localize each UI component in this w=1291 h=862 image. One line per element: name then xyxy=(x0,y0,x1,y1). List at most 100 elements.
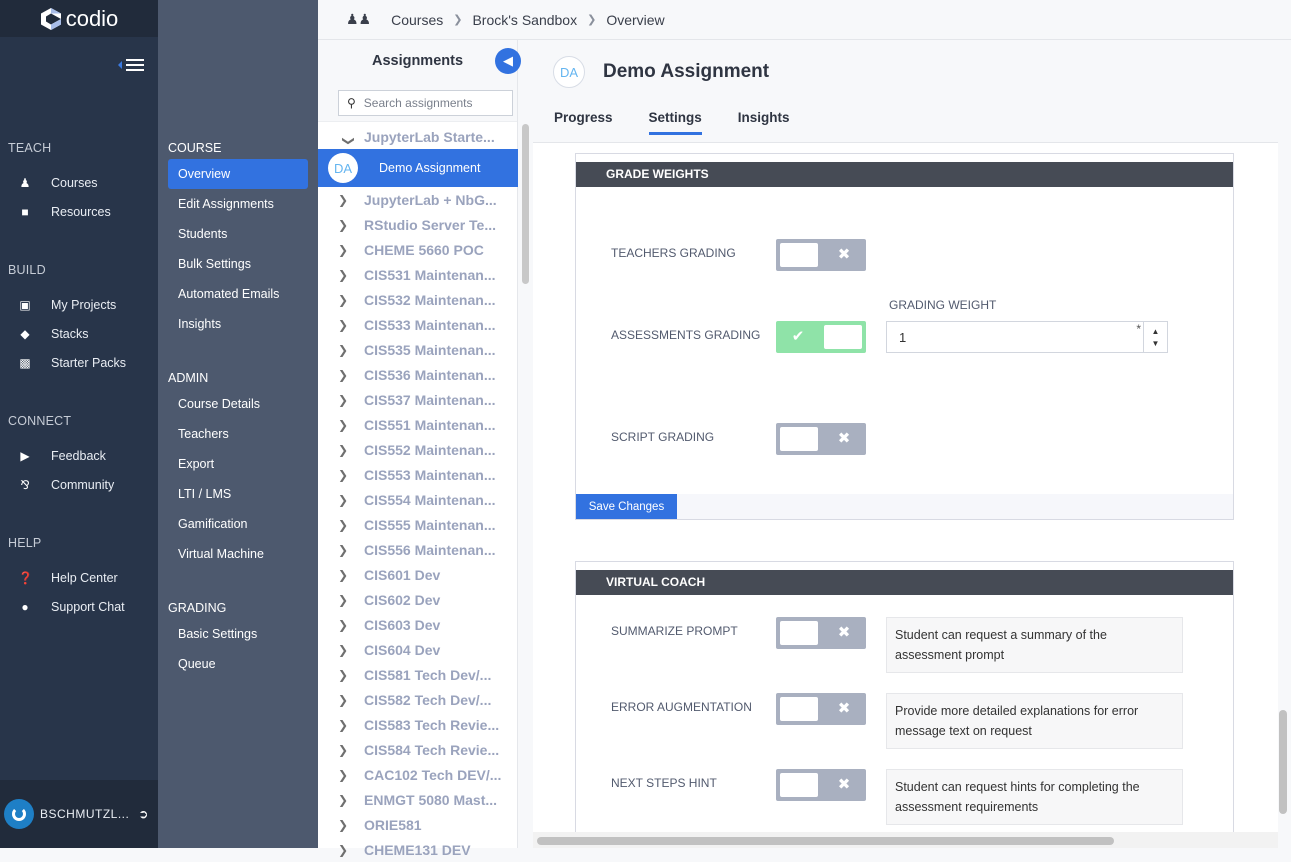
assessments-grading-toggle[interactable]: ✔ xyxy=(776,321,866,353)
module-item[interactable]: ❯ CIS552 Maintenan... xyxy=(318,437,518,462)
breadcrumb-courses[interactable]: Courses xyxy=(391,12,443,28)
module-item[interactable]: ❯ CIS555 Maintenan... xyxy=(318,512,518,537)
assignment-avatar: DA xyxy=(553,56,585,88)
nav-item-starter-packs[interactable]: ▩ Starter Packs xyxy=(18,356,126,370)
tab-progress[interactable]: Progress xyxy=(554,110,613,135)
course-nav-bulk-settings[interactable]: Bulk Settings xyxy=(168,249,308,279)
breadcrumb-course[interactable]: Brock's Sandbox xyxy=(472,12,577,28)
course-nav-automated-emails[interactable]: Automated Emails xyxy=(168,279,308,309)
module-item[interactable]: ❯ CIS581 Tech Dev/... xyxy=(318,662,518,687)
module-item[interactable]: ❯ CIS603 Dev xyxy=(318,612,518,637)
chevron-right-icon: ❯ xyxy=(338,492,349,507)
module-item[interactable]: ❯ JupyterLab + NbG... xyxy=(318,187,518,212)
search-assignments-input[interactable] xyxy=(363,96,504,110)
logout-icon[interactable]: ➲ xyxy=(138,807,148,821)
course-nav-students[interactable]: Students xyxy=(168,219,308,249)
module-item[interactable]: ❯ CIS584 Tech Revie... xyxy=(318,737,518,762)
teachers-grading-toggle[interactable]: ✖ xyxy=(776,239,866,271)
module-item[interactable]: ❯ CIS583 Tech Revie... xyxy=(318,712,518,737)
chevron-right-icon: ❯ xyxy=(338,592,349,607)
collapse-menu-button[interactable] xyxy=(118,57,146,73)
course-nav-teachers[interactable]: Teachers xyxy=(168,419,308,449)
script-grading-toggle[interactable]: ✖ xyxy=(776,423,866,455)
grading-weight-stepper[interactable]: ▲ ▼ xyxy=(1143,322,1167,352)
back-arrow-button[interactable]: ◀ xyxy=(495,48,521,74)
course-nav-insights[interactable]: Insights xyxy=(168,309,308,339)
course-nav-course-details[interactable]: Course Details xyxy=(168,389,308,419)
tab-insights[interactable]: Insights xyxy=(738,110,790,135)
module-item[interactable]: ❯ CIS604 Dev xyxy=(318,637,518,662)
arrow-down-icon[interactable]: ▼ xyxy=(1152,339,1160,348)
course-nav-lti-lms[interactable]: LTI / LMS xyxy=(168,479,308,509)
user-profile[interactable]: BSCHMUTZL... ➲ xyxy=(0,780,158,848)
course-nav-basic-settings[interactable]: Basic Settings xyxy=(168,619,308,649)
module-item[interactable]: ❯ CIS556 Maintenan... xyxy=(318,537,518,562)
module-item[interactable]: ❯ ENMGT 5080 Mast... xyxy=(318,787,518,812)
module-label: CIS531 Maintenan... xyxy=(364,266,496,283)
module-item[interactable]: ❯ CIS532 Maintenan... xyxy=(318,287,518,312)
save-changes-button[interactable]: Save Changes xyxy=(576,494,677,519)
course-nav-export[interactable]: Export xyxy=(168,449,308,479)
assignment-selected[interactable]: DA Demo Assignment xyxy=(318,149,518,187)
nav-item-community[interactable]: ⅋ Community xyxy=(18,478,114,492)
module-item[interactable]: ❯ CIS554 Maintenan... xyxy=(318,487,518,512)
nav-item-help-center[interactable]: ❓ Help Center xyxy=(18,571,118,585)
module-expanded[interactable]: ❮ JupyterLab Starte... xyxy=(318,124,518,149)
module-item[interactable]: ❯ CIS582 Tech Dev/... xyxy=(318,687,518,712)
nav-item-courses[interactable]: ♟ Courses xyxy=(18,176,98,190)
module-item[interactable]: ❯ CIS533 Maintenan... xyxy=(318,312,518,337)
primary-sidebar: codio TEACH ♟ Courses ■ Resources BUILD ▣ M… xyxy=(0,0,158,848)
nav-item-feedback[interactable]: ▶ Feedback xyxy=(18,449,106,463)
module-label: CIS582 Tech Dev/... xyxy=(364,691,492,708)
grading-weight-label: GRADING WEIGHT xyxy=(889,298,997,312)
hamburger-bar xyxy=(126,69,144,71)
assignments-scrollbar[interactable] xyxy=(522,124,529,284)
nav-section-teach: TEACH xyxy=(8,141,52,155)
course-nav-overview[interactable]: Overview xyxy=(168,159,308,189)
module-item[interactable]: ❯ CIS535 Maintenan... xyxy=(318,337,518,362)
arrow-up-icon[interactable]: ▲ xyxy=(1152,327,1160,336)
teachers-grading-label: TEACHERS GRADING xyxy=(611,246,736,260)
chevron-right-icon: ❯ xyxy=(338,242,349,257)
course-nav-edit-assignments[interactable]: Edit Assignments xyxy=(168,189,308,219)
module-label: CIS583 Tech Revie... xyxy=(364,716,500,733)
course-nav-gamification[interactable]: Gamification xyxy=(168,509,308,539)
search-container: ⚲ xyxy=(318,82,517,122)
chevron-right-icon: ❯ xyxy=(338,517,349,532)
next-steps-hint-toggle[interactable]: ✖ xyxy=(776,769,866,801)
module-item[interactable]: ❯ CIS536 Maintenan... xyxy=(318,362,518,387)
chevron-right-icon: ❯ xyxy=(338,742,349,757)
module-item[interactable]: ❯ CIS537 Maintenan... xyxy=(318,387,518,412)
course-nav-virtual-machine[interactable]: Virtual Machine xyxy=(168,539,308,569)
horizontal-scrollbar[interactable] xyxy=(537,837,1114,845)
module-item[interactable]: ❯ CIS551 Maintenan... xyxy=(318,412,518,437)
codio-logo[interactable]: codio xyxy=(0,0,158,37)
module-item[interactable]: ❯ CHEME131 DEV xyxy=(318,837,518,862)
module-label: CIS604 Dev xyxy=(364,641,441,658)
course-nav-queue[interactable]: Queue xyxy=(168,649,308,679)
grading-weight-input[interactable] xyxy=(887,322,1143,352)
main-content: DA Demo Assignment Progress Settings Ins… xyxy=(533,40,1291,848)
nav-item-stacks[interactable]: ◆ Stacks xyxy=(18,327,88,341)
nav-section-help: HELP xyxy=(8,536,42,550)
module-item[interactable]: ❯ CIS553 Maintenan... xyxy=(318,462,518,487)
nav-item-my-projects[interactable]: ▣ My Projects xyxy=(18,298,116,312)
tab-settings[interactable]: Settings xyxy=(648,110,702,135)
module-item[interactable]: ❯ RStudio Server Te... xyxy=(318,212,518,237)
module-item[interactable]: ❯ ORIE581 xyxy=(318,812,518,837)
summarize-prompt-toggle[interactable]: ✖ xyxy=(776,617,866,649)
module-item[interactable]: ❯ CHEME 5660 POC xyxy=(318,237,518,262)
module-item[interactable]: ❯ CIS602 Dev xyxy=(318,587,518,612)
required-mark: * xyxy=(1136,322,1141,336)
module-item[interactable]: ❯ CIS601 Dev xyxy=(318,562,518,587)
assignment-title: Demo Assignment xyxy=(603,61,770,82)
module-label: CIS533 Maintenan... xyxy=(364,316,496,333)
module-item[interactable]: ❯ CIS531 Maintenan... xyxy=(318,262,518,287)
vertical-scrollbar[interactable] xyxy=(1279,710,1287,814)
nav-item-support-chat[interactable]: ● Support Chat xyxy=(18,600,124,614)
nav-item-resources[interactable]: ■ Resources xyxy=(18,205,110,219)
module-item[interactable]: ❯ CAC102 Tech DEV/... xyxy=(318,762,518,787)
module-label: CIS535 Maintenan... xyxy=(364,341,496,358)
avatar[interactable] xyxy=(4,799,34,829)
error-augmentation-toggle[interactable]: ✖ xyxy=(776,693,866,725)
